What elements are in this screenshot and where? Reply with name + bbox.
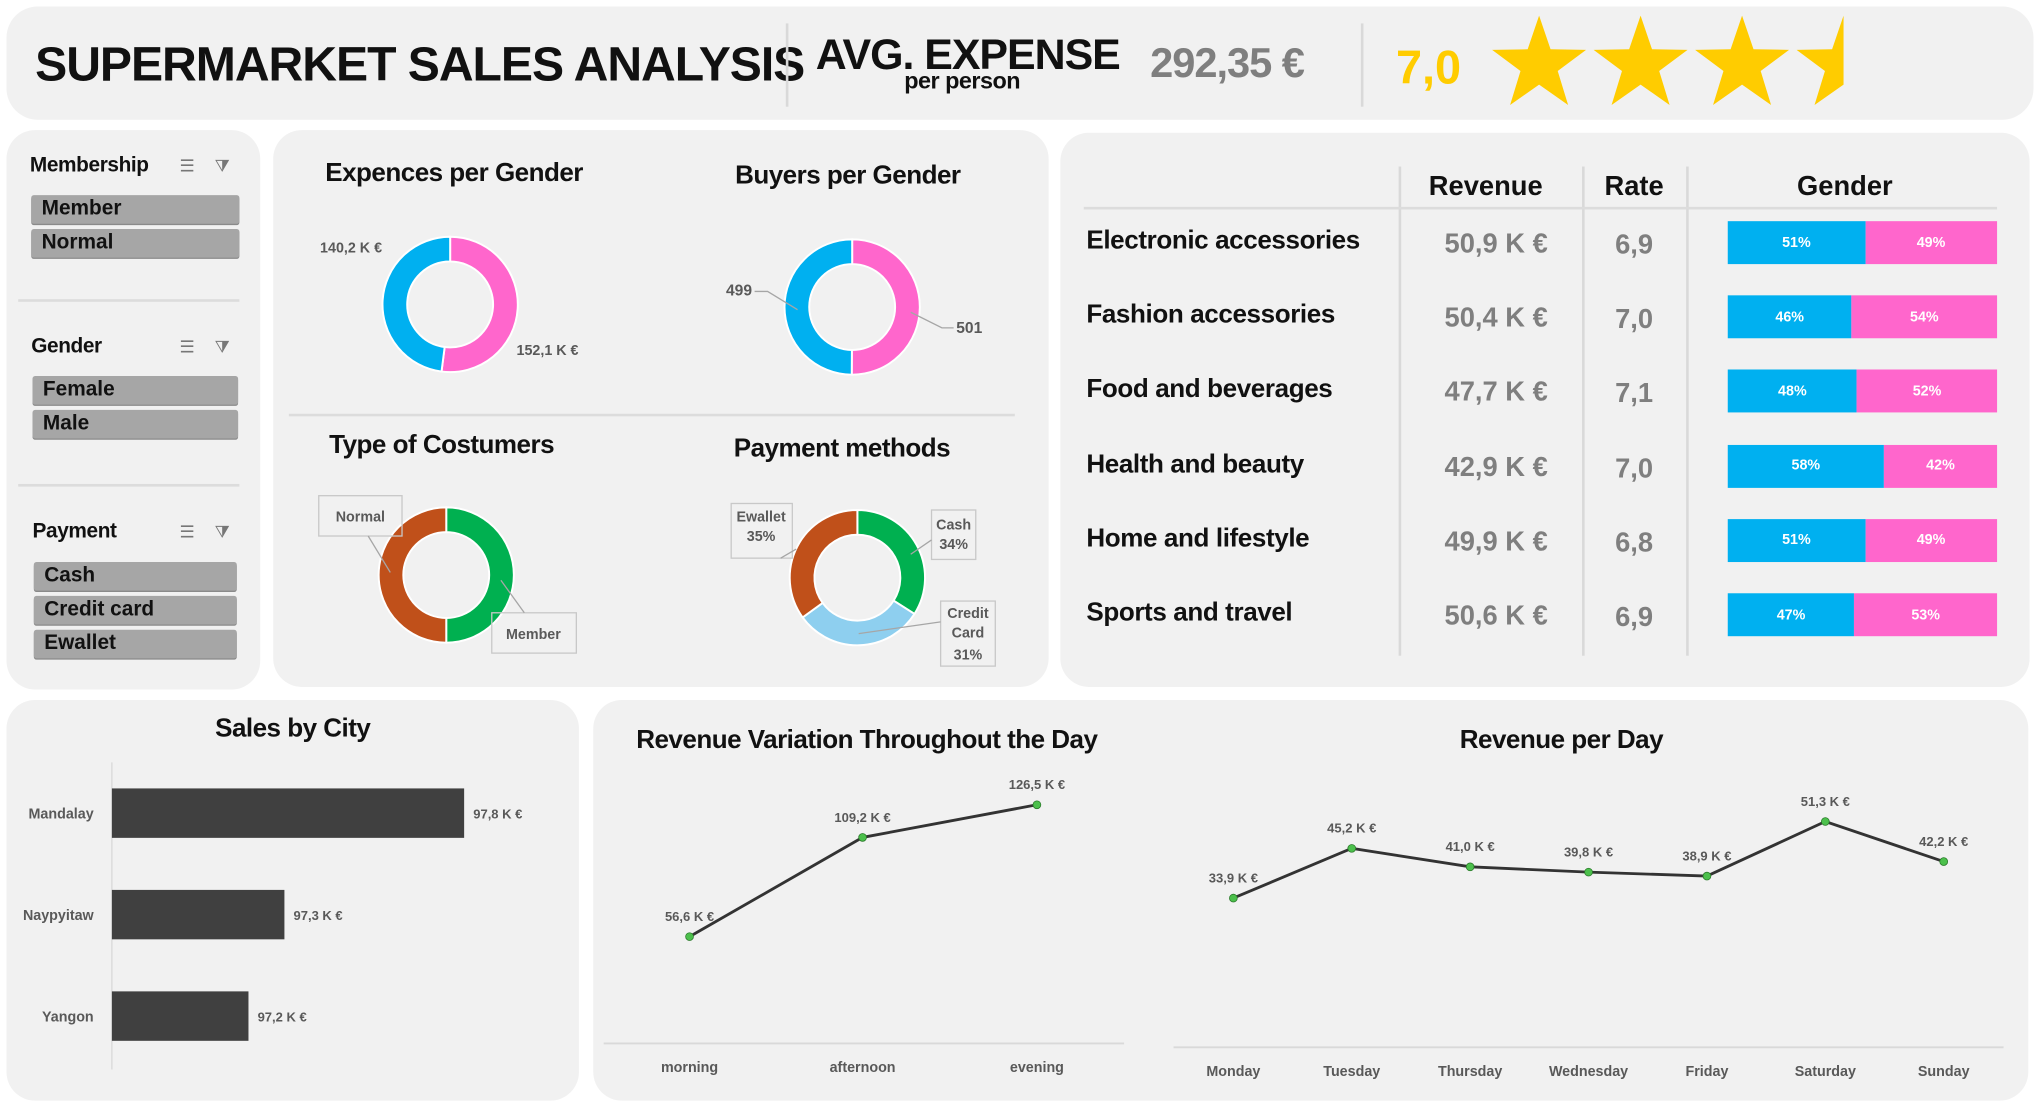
perday-x-tick-label: Wednesday	[1549, 1064, 1628, 1080]
timeofday-data-label: 126,5 K €	[1009, 777, 1065, 792]
timeofday-x-tick-label: afternoon	[830, 1060, 896, 1076]
perday-x-tick-label: Thursday	[1438, 1064, 1502, 1080]
perday-x-tick-label: Monday	[1206, 1064, 1260, 1080]
perday-data-point[interactable]	[1465, 862, 1475, 872]
timeofday-data-point[interactable]	[685, 932, 694, 941]
perday-data-label: 33,9 K €	[1209, 870, 1258, 885]
perday-data-label: 41,0 K €	[1446, 839, 1495, 854]
perday-data-label: 39,8 K €	[1564, 845, 1613, 860]
perday-data-point[interactable]	[1347, 844, 1357, 853]
perday-data-label: 38,9 K €	[1682, 848, 1731, 863]
perday-x-tick-label: Sunday	[1918, 1064, 1970, 1080]
timeofday-data-label: 109,2 K €	[834, 810, 890, 825]
timeofday-x-tick-label: evening	[1010, 1060, 1064, 1076]
timeofday-data-point[interactable]	[858, 833, 867, 842]
perday-data-label: 45,2 K €	[1327, 821, 1376, 836]
timeofday-data-label: 56,6 K €	[665, 909, 714, 924]
perday-x-tick-label: Saturday	[1795, 1064, 1856, 1080]
revenue-line-charts: 56,6 K € morning 109,2 K € afternoon 126,5 K…	[603, 777, 2004, 1080]
dashboard: SUPERMARKET SALES ANALYSIS AVG. EXPENSE …	[0, 0, 2040, 1111]
timeofday-data-point[interactable]	[1032, 800, 1042, 810]
perday-data-point[interactable]	[1702, 871, 1712, 881]
perday-data-point[interactable]	[1821, 817, 1830, 826]
perday-data-point[interactable]	[1584, 867, 1593, 877]
perday-data-label: 42,2 K €	[1919, 834, 1968, 849]
perday-data-label: 51,3 K €	[1801, 794, 1850, 809]
timeofday-x-tick-label: morning	[661, 1060, 718, 1076]
perday-data-point[interactable]	[1229, 893, 1238, 903]
perday-data-point[interactable]	[1939, 857, 1949, 866]
perday-x-tick-label: Friday	[1685, 1064, 1728, 1080]
perday-x-tick-label: Tuesday	[1323, 1064, 1380, 1080]
